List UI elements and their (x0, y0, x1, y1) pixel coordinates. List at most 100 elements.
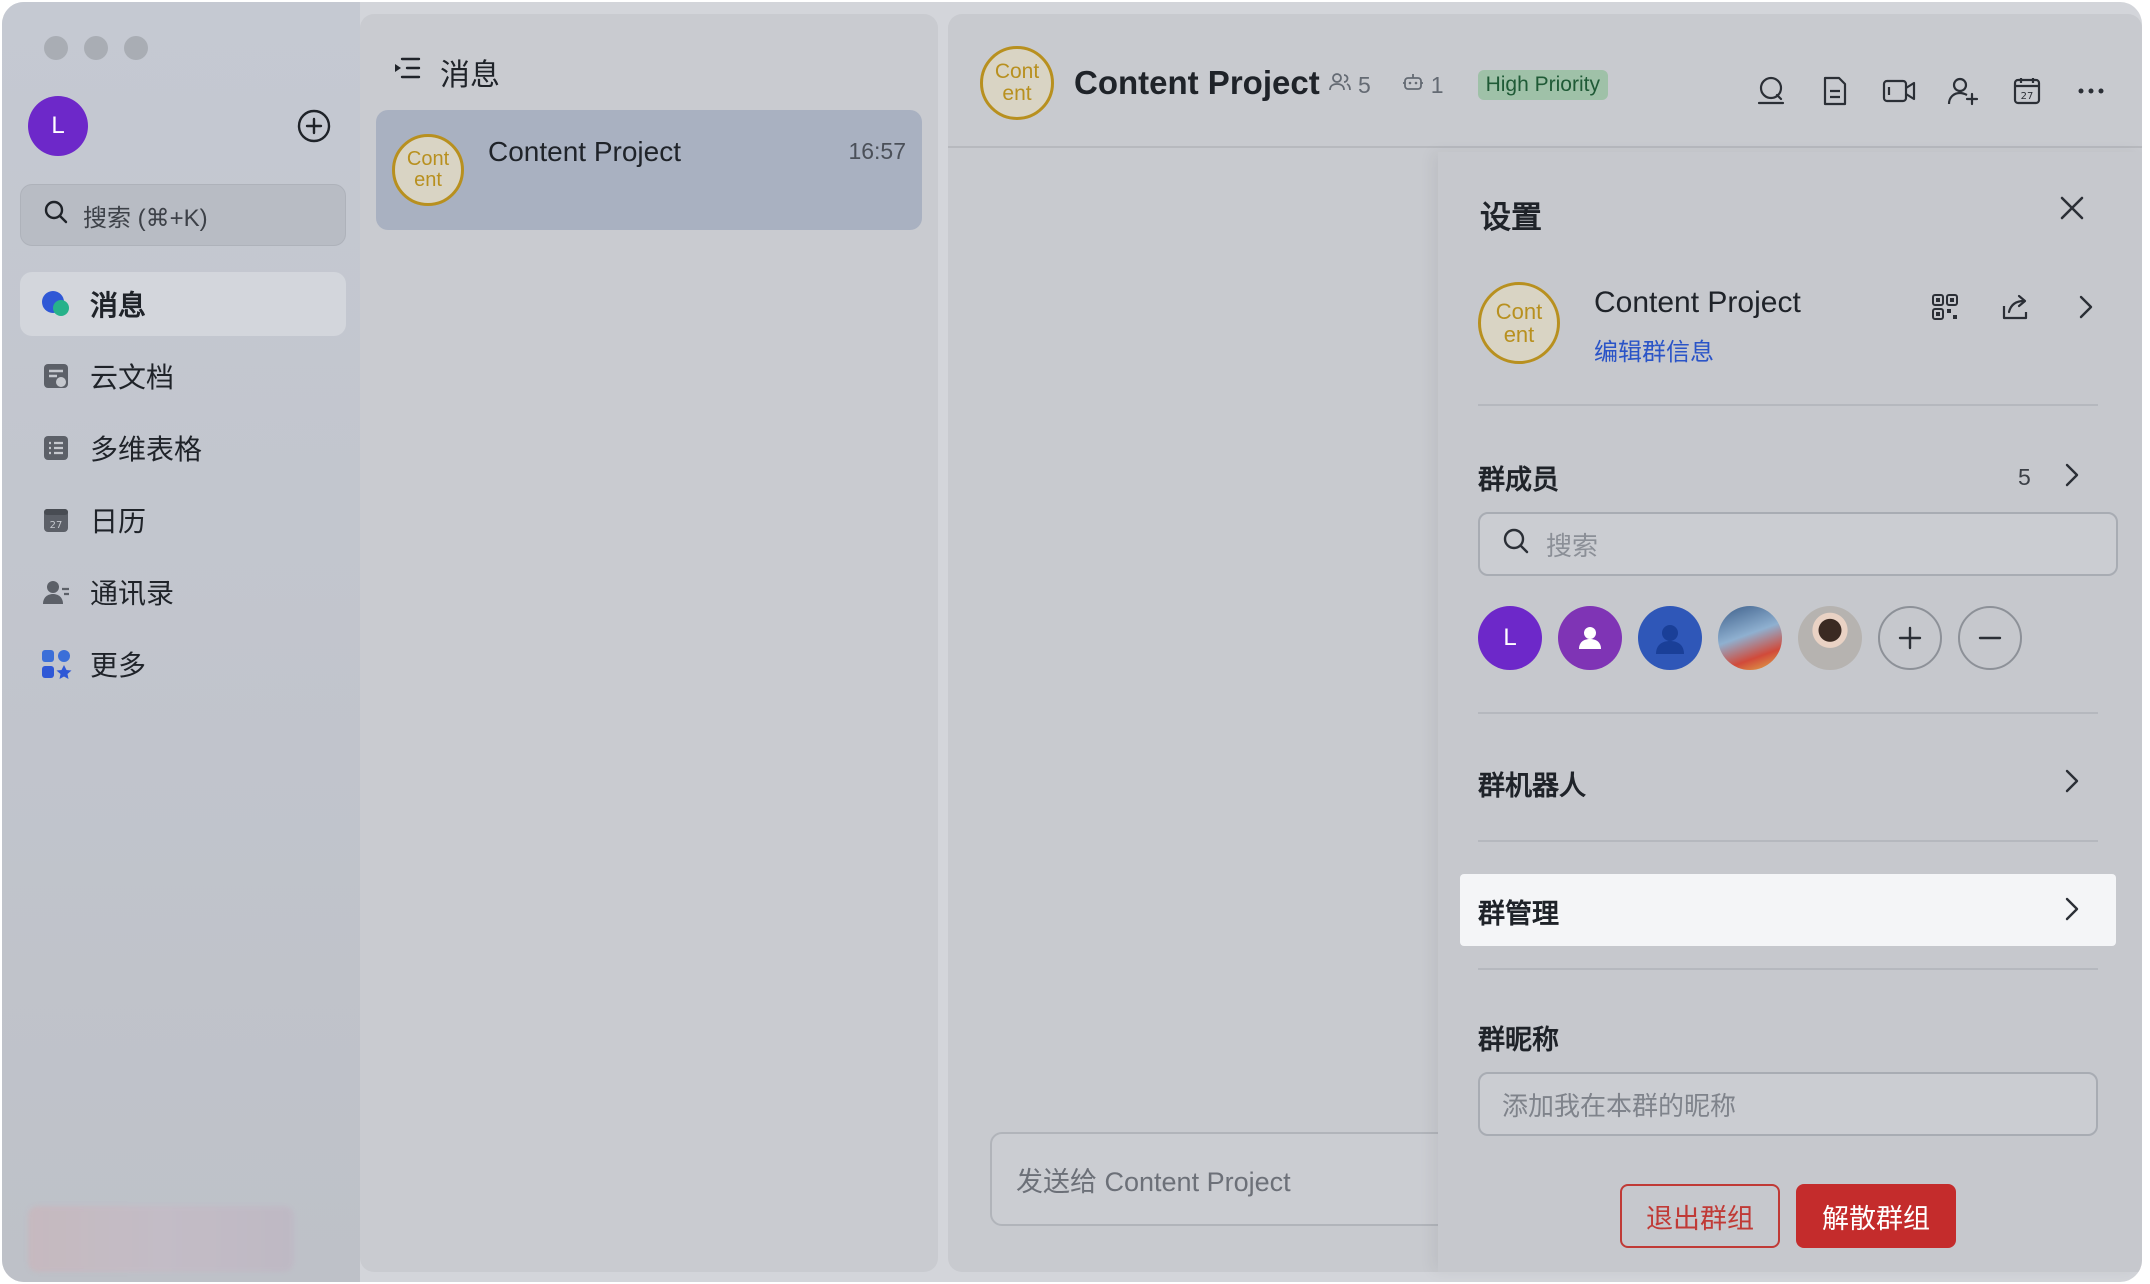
chevron-right-icon[interactable] (2056, 766, 2086, 796)
member-avatar[interactable] (1558, 606, 1622, 670)
user-avatar[interactable]: L (28, 96, 88, 156)
search-icon (1502, 527, 1530, 562)
member-search-placeholder: 搜索 (1546, 530, 1599, 561)
user-avatar-initial: L (51, 112, 65, 139)
qr-code-icon[interactable] (1928, 290, 1962, 324)
group-management-label: 群管理 (1478, 899, 1559, 929)
member-avatar-row: L (1478, 606, 2022, 670)
close-window-button[interactable] (44, 36, 68, 60)
edit-group-info-link[interactable]: 编辑群信息 (1594, 332, 1714, 367)
chevron-right-icon[interactable] (2056, 894, 2086, 924)
nickname-label: 群昵称 (1478, 1025, 1559, 1055)
list-item[interactable]: Cont ent Content Project 16:57 (376, 110, 922, 230)
collapse-list-icon[interactable] (392, 53, 422, 91)
group-avatar: Cont ent (392, 134, 464, 206)
chat-time: 16:57 (848, 138, 906, 164)
nickname-input[interactable]: 添加我在本群的昵称 (1478, 1072, 2098, 1136)
sidebar-item-label: 多维表格 (90, 434, 203, 465)
add-member-icon[interactable] (1946, 74, 1980, 108)
minus-icon (1978, 636, 2002, 640)
chat-toolbar: 27 (1754, 74, 2108, 108)
priority-badge: High Priority (1477, 70, 1608, 100)
plus-icon (1898, 626, 1922, 650)
member-count-indicator[interactable]: 5 (1328, 70, 1371, 100)
chat-header: Cont ent Content Project 5 1 High Priori… (948, 14, 2142, 148)
chevron-right-icon[interactable] (2056, 460, 2086, 490)
blurred-status-bar (28, 1206, 294, 1272)
composer-placeholder: 发送给 Content Project (1016, 1166, 1291, 1197)
member-avatar-photo[interactable] (1798, 606, 1862, 670)
group-avatar[interactable]: Cont ent (980, 46, 1054, 120)
sidebar-item-label: 通讯录 (90, 578, 175, 609)
contacts-icon (40, 576, 72, 608)
quit-group-button[interactable]: 退出群组 (1620, 1184, 1780, 1248)
member-avatar-photo[interactable] (1718, 606, 1782, 670)
zoom-window-button[interactable] (124, 36, 148, 60)
message-bubble-icon (40, 288, 72, 320)
docs-icon[interactable] (1818, 74, 1852, 108)
member-count: 5 (1358, 71, 1371, 98)
group-avatar-text-line-1: Cont (994, 59, 1040, 83)
members-count: 5 (2018, 464, 2031, 490)
group-info-tools (1928, 290, 2102, 324)
search-placeholder: 搜索 (⌘+K) (83, 204, 208, 232)
sidebar-item-label: 日历 (90, 506, 147, 537)
bots-row-label[interactable]: 群机器人 (1478, 764, 1586, 803)
group-name: Content Project (1594, 286, 1801, 319)
share-icon[interactable] (1998, 290, 2032, 324)
group-avatar: Cont ent (1478, 282, 1560, 364)
member-search-input[interactable]: 搜索 (1478, 512, 2118, 576)
base-table-icon (40, 432, 72, 464)
member-avatar-initial: L (1503, 624, 1517, 651)
minimize-window-button[interactable] (84, 36, 108, 60)
divider (1478, 404, 2098, 406)
member-avatar[interactable]: L (1478, 606, 1542, 670)
sidebar-item-base[interactable]: 多维表格 (20, 416, 346, 480)
chat-title[interactable]: Content Project (1074, 64, 1320, 102)
search-icon (43, 199, 69, 232)
chat-name: Content Project (488, 136, 681, 167)
global-search-input[interactable]: 搜索 (⌘+K) (20, 184, 346, 246)
members-icon (1328, 70, 1352, 100)
group-avatar-text-line-1: Cont (1495, 298, 1543, 324)
sidebar-item-calendar[interactable]: 27 日历 (20, 488, 346, 552)
person-icon (1656, 625, 1684, 654)
divider (1478, 840, 2098, 842)
bot-count-indicator[interactable]: 1 (1401, 70, 1444, 100)
members-section-label: 群成员 (1478, 465, 1559, 495)
chat-search-icon[interactable] (1754, 74, 1788, 108)
svg-text:27: 27 (50, 520, 63, 531)
calendar-icon[interactable]: 27 (2010, 74, 2044, 108)
settings-title: 设置 (1480, 200, 1542, 235)
message-composer[interactable]: 发送给 Content Project (990, 1132, 1510, 1226)
sidebar-item-contacts[interactable]: 通讯录 (20, 560, 346, 624)
window-controls (44, 36, 148, 60)
member-avatar[interactable] (1638, 606, 1702, 670)
bot-icon (1401, 70, 1425, 100)
sidebar: L 搜索 (⌘+K) 消息 云文档 多维表格 27 日历 通讯录 更多 (2, 2, 360, 1282)
chevron-right-icon[interactable] (2068, 290, 2102, 324)
chat-list-title: 消息 (440, 59, 500, 92)
divider (1478, 712, 2098, 714)
bot-count: 1 (1430, 71, 1444, 98)
calendar-icon: 27 (40, 504, 72, 536)
group-info-row[interactable]: Cont ent Content Project 编辑群信息 (1478, 282, 2098, 402)
remove-member-button[interactable] (1958, 606, 2022, 670)
sidebar-item-docs[interactable]: 云文档 (20, 344, 346, 408)
add-member-button[interactable] (1878, 606, 1942, 670)
video-call-icon[interactable] (1882, 74, 1916, 108)
disband-group-button[interactable]: 解散群组 (1796, 1184, 1956, 1248)
sidebar-item-label: 消息 (90, 290, 147, 321)
more-options-icon[interactable] (2074, 74, 2108, 108)
group-avatar-text-line-1: Cont (406, 148, 450, 170)
settings-panel: 设置 Cont ent Content Project 编辑群信息 群成员 5 … (1438, 152, 2142, 1272)
svg-text:27: 27 (2021, 91, 2034, 102)
sidebar-item-label: 云文档 (90, 362, 175, 393)
cloud-doc-icon (40, 360, 72, 392)
close-icon[interactable] (2054, 190, 2090, 226)
sidebar-item-label: 更多 (90, 650, 147, 681)
add-circle-icon[interactable] (296, 108, 332, 144)
sidebar-item-more[interactable]: 更多 (20, 632, 346, 696)
sidebar-item-messages[interactable]: 消息 (20, 272, 346, 336)
group-avatar-text-line-2: ent (1503, 322, 1535, 347)
